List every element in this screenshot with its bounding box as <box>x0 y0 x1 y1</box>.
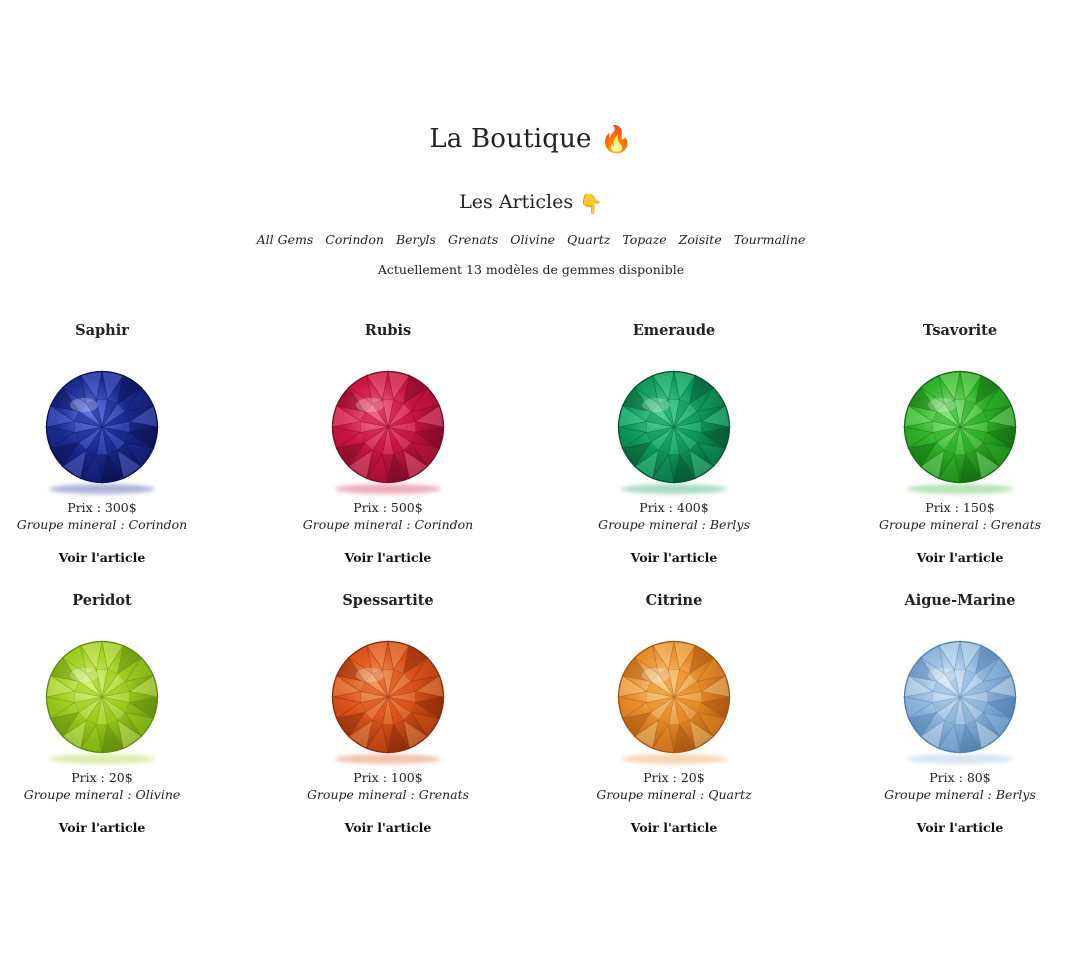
filter-zoisite[interactable]: Zoisite <box>679 232 722 247</box>
fire-icon: 🔥 <box>600 125 633 155</box>
product-group: Groupe mineral : Berlys <box>884 787 1036 802</box>
view-article-link[interactable]: Voir l'article <box>917 550 1004 565</box>
section-title: Les Articles 👇 <box>0 191 1062 215</box>
gem-image <box>617 640 731 754</box>
product-row: Peridot Prix : 20$ Groupe mineral : Oliv… <box>0 588 1062 858</box>
product-price: Prix : 100$ <box>353 770 423 785</box>
product-group: Groupe mineral : Corindon <box>302 517 474 532</box>
product-group: Groupe mineral : Quartz <box>596 787 752 802</box>
product-price: Prix : 500$ <box>353 500 423 515</box>
product-name: Tsavorite <box>922 322 998 339</box>
product-name: Peridot <box>72 592 132 609</box>
filter-quartz[interactable]: Quartz <box>567 232 610 247</box>
product-card: Spessartite Prix : 100$ Groupe mineral :… <box>278 588 498 836</box>
product-name: Citrine <box>645 592 703 609</box>
product-price: Prix : 20$ <box>71 770 133 785</box>
product-card: Peridot Prix : 20$ Groupe mineral : Oliv… <box>0 588 212 836</box>
product-row: Saphir Prix : 300$ Groupe mineral : Cori… <box>0 318 1062 588</box>
gem-image <box>45 370 159 484</box>
product-name: Aigue-Marine <box>904 592 1016 609</box>
product-group: Groupe mineral : Grenats <box>306 787 470 802</box>
view-article-link[interactable]: Voir l'article <box>59 550 146 565</box>
product-card: Citrine Prix : 20$ Groupe mineral : Quar… <box>564 588 784 836</box>
product-group: Groupe mineral : Berlys <box>598 517 750 532</box>
gem-image <box>617 370 731 484</box>
gem-image <box>331 640 445 754</box>
filter-olivine[interactable]: Olivine <box>510 232 555 247</box>
product-group: Groupe mineral : Corindon <box>16 517 188 532</box>
view-article-link[interactable]: Voir l'article <box>917 820 1004 835</box>
section-title-text: Les Articles <box>459 191 574 213</box>
product-card: Emeraude Prix : 400$ Groupe mineral : Be… <box>564 318 784 566</box>
product-price: Prix : 20$ <box>643 770 705 785</box>
product-card: Aigue-Marine Prix : 80$ Groupe mineral :… <box>850 588 1070 836</box>
pointing-down-icon: 👇 <box>579 192 603 215</box>
product-group: Groupe mineral : Grenats <box>878 517 1042 532</box>
page-title-text: La Boutique <box>429 124 592 154</box>
view-article-link[interactable]: Voir l'article <box>631 550 718 565</box>
product-card: Rubis Prix : 500$ Groupe mineral : Corin… <box>278 318 498 566</box>
product-card: Tsavorite Prix : 150$ Groupe mineral : G… <box>850 318 1070 566</box>
filter-grenats[interactable]: Grenats <box>448 232 498 247</box>
gem-image <box>331 370 445 484</box>
product-card: Saphir Prix : 300$ Groupe mineral : Cori… <box>0 318 212 566</box>
product-price: Prix : 80$ <box>929 770 991 785</box>
gem-image <box>903 370 1017 484</box>
gem-count-text: Actuellement 13 modèles de gemmes dispon… <box>377 262 685 277</box>
product-price: Prix : 300$ <box>67 500 137 515</box>
view-article-link[interactable]: Voir l'article <box>59 820 146 835</box>
category-filters: All Gems Corindon Beryls Grenats Olivine… <box>0 232 1062 247</box>
filter-tourmaline[interactable]: Tourmaline <box>734 232 806 247</box>
filter-all-gems[interactable]: All Gems <box>257 232 314 247</box>
view-article-link[interactable]: Voir l'article <box>631 820 718 835</box>
product-name: Spessartite <box>342 592 434 609</box>
product-name: Saphir <box>75 322 129 339</box>
product-group: Groupe mineral : Olivine <box>23 787 181 802</box>
view-article-link[interactable]: Voir l'article <box>345 820 432 835</box>
product-price: Prix : 400$ <box>639 500 709 515</box>
filter-corindon[interactable]: Corindon <box>325 232 384 247</box>
product-name: Rubis <box>364 322 412 339</box>
view-article-link[interactable]: Voir l'article <box>345 550 432 565</box>
filter-topaze[interactable]: Topaze <box>622 232 666 247</box>
product-grid: Saphir Prix : 300$ Groupe mineral : Cori… <box>0 318 1062 858</box>
product-price: Prix : 150$ <box>925 500 995 515</box>
gem-image <box>45 640 159 754</box>
product-name: Emeraude <box>632 322 716 339</box>
filter-beryls[interactable]: Beryls <box>396 232 436 247</box>
page-title: La Boutique 🔥 <box>0 124 1062 155</box>
gem-image <box>903 640 1017 754</box>
